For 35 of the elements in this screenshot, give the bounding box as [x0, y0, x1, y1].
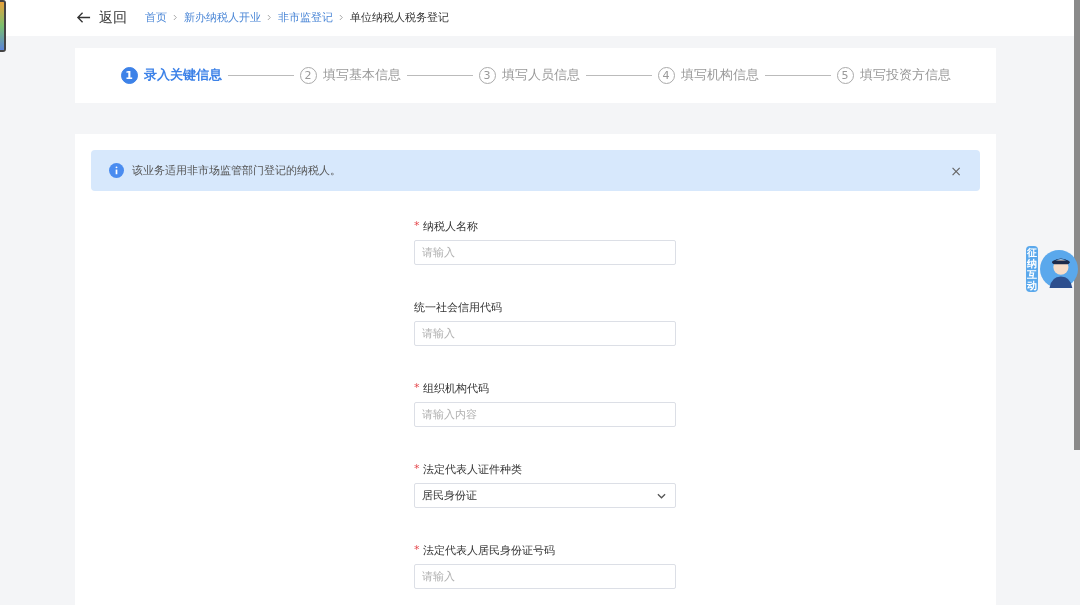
text-field[interactable]: 请输入 [414, 240, 676, 265]
required-mark: * [414, 543, 420, 558]
breadcrumb-link[interactable]: 非市监登记 [278, 10, 333, 26]
field-label: 法定代表人居民身份证号码 [422, 543, 555, 558]
breadcrumb-link[interactable]: 新办纳税人开业 [184, 10, 261, 26]
step: 5 填写投资方信息 [836, 66, 951, 85]
text-field[interactable]: 请输入内容 [414, 402, 676, 427]
app-icon[interactable] [0, 0, 6, 52]
chevron-icon [267, 14, 272, 22]
step: 4 填写机构信息 [657, 66, 759, 85]
scrollbar[interactable] [1074, 0, 1080, 450]
text-field[interactable]: 请输入 [414, 321, 676, 346]
chevron-icon [173, 14, 178, 22]
required-mark: * [414, 462, 420, 477]
field-label: 纳税人名称 [422, 219, 478, 234]
field-label: 法定代表人证件种类 [422, 462, 522, 477]
field-label: 组织机构代码 [422, 381, 489, 396]
select-field[interactable]: 居民身份证 [414, 483, 676, 508]
step: 1 录入关键信息 [120, 66, 222, 85]
alert-text: 该业务适用非市场监管部门登记的纳税人。 [132, 163, 342, 178]
text-field[interactable]: 请输入 [414, 564, 676, 589]
breadcrumb-current: 单位纳税人税务登记 [350, 10, 449, 26]
avatar-icon[interactable] [1040, 250, 1078, 288]
step: 3 填写人员信息 [478, 66, 580, 85]
step: 2 填写基本信息 [299, 66, 401, 85]
close-button[interactable]: × [950, 162, 962, 179]
field-label: 统一社会信用代码 [414, 300, 502, 315]
back-button[interactable]: 返回 [76, 8, 127, 27]
assistant-label[interactable]: 征纳互动 [1026, 246, 1038, 292]
chevron-icon [339, 14, 344, 22]
chevron-down-icon [657, 492, 666, 499]
breadcrumb-link[interactable]: 首页 [145, 10, 167, 26]
required-mark: * [414, 219, 420, 234]
info-icon [109, 163, 124, 178]
required-mark: * [414, 381, 420, 396]
